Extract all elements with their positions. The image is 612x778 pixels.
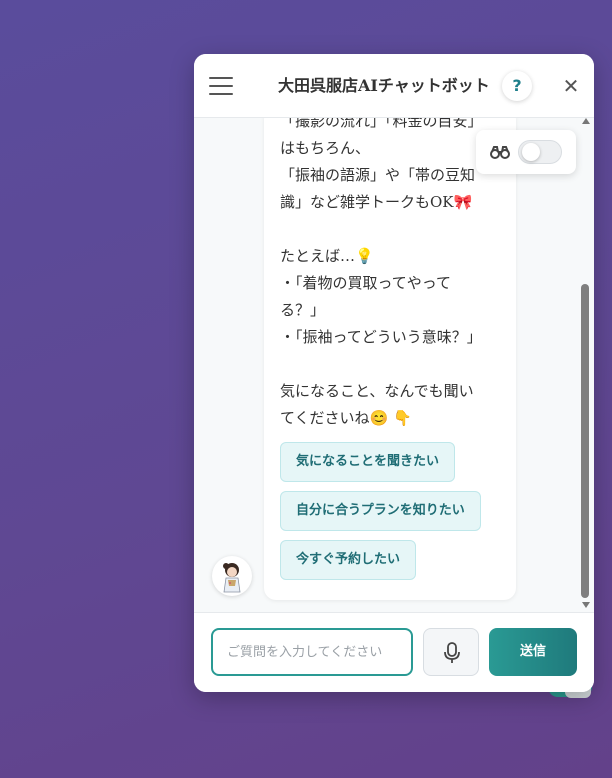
message-line <box>280 216 506 243</box>
binoculars-icon <box>490 146 510 159</box>
quick-reply-find-plan[interactable]: 自分に合うプランを知りたい <box>280 491 481 531</box>
microphone-button[interactable] <box>423 628 479 676</box>
message-line: てくださいね😊 👇 <box>280 409 412 427</box>
chat-header: 大田呉服店AIチャットボット ? ✕ <box>194 54 594 118</box>
chat-window: 大田呉服店AIチャットボット ? ✕ 「撮影の流れ」「料金の目安」 はもちろん、… <box>194 54 594 692</box>
chat-message-area[interactable]: 「撮影の流れ」「料金の目安」 はもちろん、 「振袖の語源」や「帯の豆知 識」など… <box>194 118 594 612</box>
bot-message-bubble: 「撮影の流れ」「料金の目安」 はもちろん、 「振袖の語源」や「帯の豆知 識」など… <box>264 118 516 600</box>
bot-message-text: 「撮影の流れ」「料金の目安」 はもちろん、 「振袖の語源」や「帯の豆知 識」など… <box>280 118 506 432</box>
chat-title: 大田呉服店AIチャットボット <box>278 76 490 95</box>
message-line <box>280 351 506 378</box>
message-line: る？」 <box>280 301 326 319</box>
quick-reply-ask-question[interactable]: 気になることを聞きたい <box>280 442 456 482</box>
send-button[interactable]: 送信 <box>489 628 577 676</box>
bot-avatar <box>212 556 252 596</box>
message-line: はもちろん、 <box>280 139 371 157</box>
message-scrollbar[interactable] <box>580 118 590 612</box>
message-line: 気になること、なんでも聞い <box>280 382 474 400</box>
message-line: 「撮影の流れ」「料金の目安」 <box>280 118 483 130</box>
message-line: ・「振袖ってどういう意味？」 <box>280 328 482 346</box>
microphone-icon <box>444 642 460 663</box>
message-line: たとえば…💡 <box>280 247 374 265</box>
toggle-knob <box>522 143 540 161</box>
question-input[interactable] <box>211 628 413 676</box>
message-line: 識」など雑学トークもOK🎀 <box>280 193 473 211</box>
search-toggle-panel <box>476 130 576 174</box>
message-line: ・「着物の買取ってやって <box>280 274 452 292</box>
quick-reply-book-now[interactable]: 今すぐ予約したい <box>280 540 417 580</box>
help-button[interactable]: ? <box>502 71 532 101</box>
scroll-thumb[interactable] <box>581 284 589 598</box>
close-button[interactable]: ✕ <box>560 73 582 99</box>
search-toggle-switch[interactable] <box>518 140 562 164</box>
message-line: 「振袖の語源」や「帯の豆知 <box>280 166 476 184</box>
scroll-down-arrow[interactable] <box>582 602 590 608</box>
chat-input-bar: 送信 <box>194 612 594 692</box>
hamburger-menu-icon[interactable] <box>209 77 233 97</box>
scroll-up-arrow[interactable] <box>582 118 590 124</box>
